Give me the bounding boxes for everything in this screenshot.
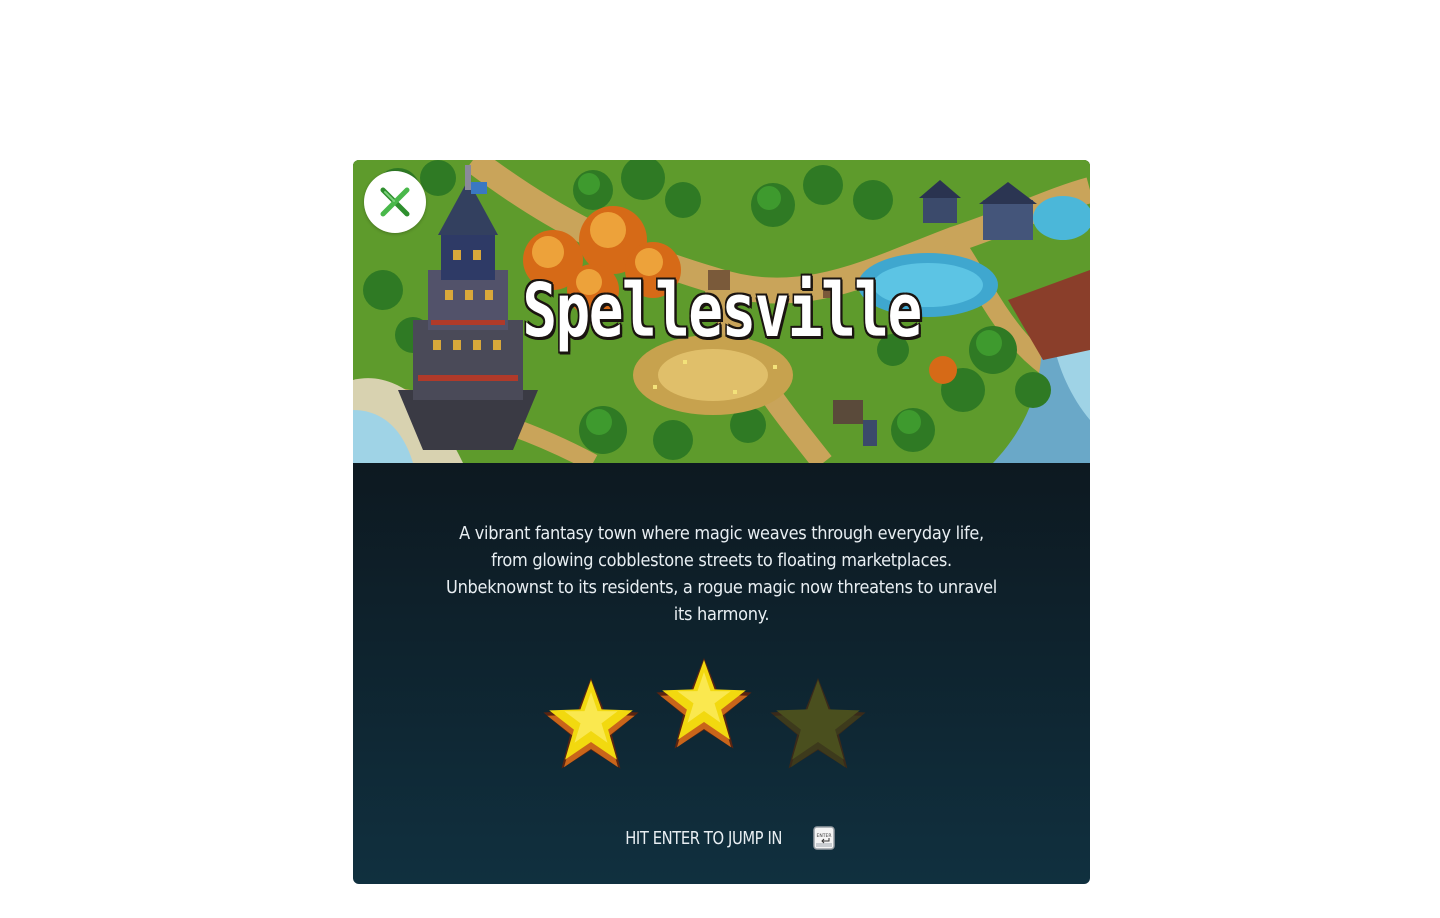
enter-hint-row[interactable]: HIT ENTER TO JUMP IN ENTER [353, 826, 1090, 856]
star-icon-filled [656, 658, 752, 749]
star-icon-empty [770, 678, 866, 769]
enter-key-icon: ENTER [812, 826, 835, 850]
star-rating [543, 658, 866, 769]
enter-hint-label: HIT ENTER TO JUMP IN [625, 827, 783, 849]
level-modal: Spellesville A vibrant fantasy town wher… [353, 160, 1090, 884]
star-icon-filled [543, 678, 639, 769]
